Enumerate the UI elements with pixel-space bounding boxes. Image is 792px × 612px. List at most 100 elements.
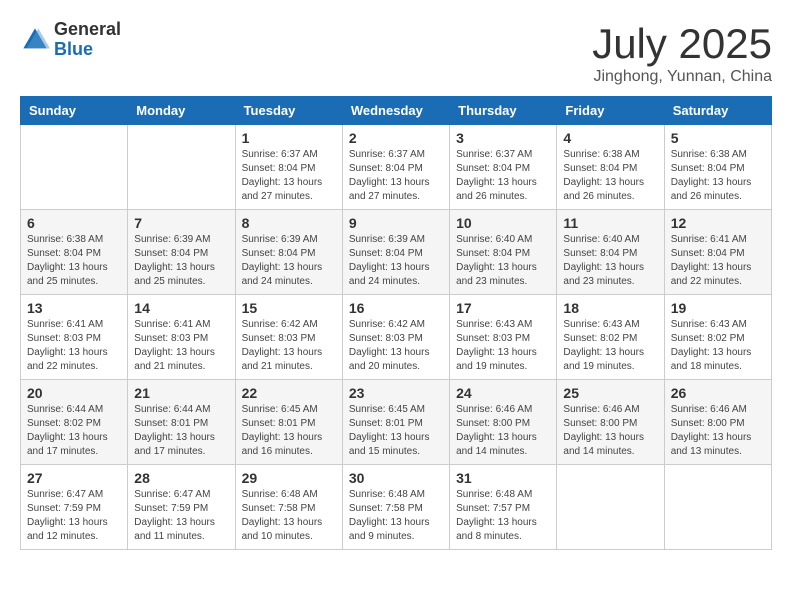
day-number: 24 bbox=[456, 385, 550, 401]
day-cell: 2 Sunrise: 6:37 AM Sunset: 8:04 PM Daylig… bbox=[342, 125, 449, 210]
day-info: Sunrise: 6:43 AM Sunset: 8:02 PM Dayligh… bbox=[671, 318, 765, 374]
header-day-friday: Friday bbox=[557, 97, 664, 125]
day-cell: 6 Sunrise: 6:38 AM Sunset: 8:04 PM Daylig… bbox=[21, 210, 128, 295]
day-cell: 8 Sunrise: 6:39 AM Sunset: 8:04 PM Daylig… bbox=[235, 210, 342, 295]
day-number: 14 bbox=[134, 300, 228, 316]
day-number: 21 bbox=[134, 385, 228, 401]
day-number: 9 bbox=[349, 215, 443, 231]
logo-general: General bbox=[54, 20, 121, 40]
day-cell: 7Sunrise: 6:39 AM Sunset: 8:04 PM Daylig… bbox=[128, 210, 235, 295]
day-info: Sunrise: 6:44 AM Sunset: 8:01 PM Dayligh… bbox=[134, 403, 228, 459]
day-info: Sunrise: 6:40 AM Sunset: 8:04 PM Dayligh… bbox=[563, 233, 657, 289]
day-cell: 25Sunrise: 6:46 AM Sunset: 8:00 PM Dayli… bbox=[557, 380, 664, 465]
day-info: Sunrise: 6:40 AM Sunset: 8:04 PM Dayligh… bbox=[456, 233, 550, 289]
day-cell: 21 Sunrise: 6:44 AM Sunset: 8:01 PM Dayli… bbox=[128, 380, 235, 465]
day-cell: 15 Sunrise: 6:42 AM Sunset: 8:03 PM Dayli… bbox=[235, 295, 342, 380]
day-number: 25 bbox=[563, 385, 657, 401]
header-row: SundayMondayTuesdayWednesdayThursdayFrid… bbox=[21, 97, 772, 125]
location-subtitle: Jinghong, Yunnan, China bbox=[592, 68, 772, 86]
day-number: 27 bbox=[27, 470, 121, 486]
day-cell: 28 Sunrise: 6:47 AM Sunset: 7:59 PM Dayli… bbox=[128, 465, 235, 550]
week-row-5: 27 Sunrise: 6:47 AM Sunset: 7:59 PM Dayli… bbox=[21, 465, 772, 550]
day-cell: 30 Sunrise: 6:48 AM Sunset: 7:58 PM Dayli… bbox=[342, 465, 449, 550]
week-row-3: 13 Sunrise: 6:41 AM Sunset: 8:03 PM Dayli… bbox=[21, 295, 772, 380]
header-day-tuesday: Tuesday bbox=[235, 97, 342, 125]
day-cell: 23 Sunrise: 6:45 AM Sunset: 8:01 PM Dayli… bbox=[342, 380, 449, 465]
day-cell: 3Sunrise: 6:37 AM Sunset: 8:04 PM Daylig… bbox=[450, 125, 557, 210]
day-info: Sunrise: 6:48 AM Sunset: 7:58 PM Dayligh… bbox=[349, 488, 443, 544]
day-number: 26 bbox=[671, 385, 765, 401]
day-cell: 16 Sunrise: 6:42 AM Sunset: 8:03 PM Dayli… bbox=[342, 295, 449, 380]
day-cell: 17 Sunrise: 6:43 AM Sunset: 8:03 PM Dayli… bbox=[450, 295, 557, 380]
day-cell bbox=[21, 125, 128, 210]
day-number: 31 bbox=[456, 470, 550, 486]
day-cell bbox=[557, 465, 664, 550]
day-cell: 4Sunrise: 6:38 AM Sunset: 8:04 PM Daylig… bbox=[557, 125, 664, 210]
day-info: Sunrise: 6:45 AM Sunset: 8:01 PM Dayligh… bbox=[349, 403, 443, 459]
day-cell: 5 Sunrise: 6:38 AM Sunset: 8:04 PM Daylig… bbox=[664, 125, 771, 210]
day-number: 11 bbox=[563, 215, 657, 231]
day-cell: 11 Sunrise: 6:40 AM Sunset: 8:04 PM Dayli… bbox=[557, 210, 664, 295]
header-day-wednesday: Wednesday bbox=[342, 97, 449, 125]
day-cell: 12Sunrise: 6:41 AM Sunset: 8:04 PM Dayli… bbox=[664, 210, 771, 295]
week-row-2: 6 Sunrise: 6:38 AM Sunset: 8:04 PM Daylig… bbox=[21, 210, 772, 295]
day-cell: 10Sunrise: 6:40 AM Sunset: 8:04 PM Dayli… bbox=[450, 210, 557, 295]
day-number: 1 bbox=[242, 130, 336, 146]
calendar-body: 1 Sunrise: 6:37 AM Sunset: 8:04 PM Daylig… bbox=[21, 125, 772, 550]
day-cell: 18Sunrise: 6:43 AM Sunset: 8:02 PM Dayli… bbox=[557, 295, 664, 380]
day-number: 19 bbox=[671, 300, 765, 316]
day-cell: 27 Sunrise: 6:47 AM Sunset: 7:59 PM Dayli… bbox=[21, 465, 128, 550]
day-info: Sunrise: 6:48 AM Sunset: 7:57 PM Dayligh… bbox=[456, 488, 550, 544]
calendar-header: SundayMondayTuesdayWednesdayThursdayFrid… bbox=[21, 97, 772, 125]
day-number: 17 bbox=[456, 300, 550, 316]
week-row-1: 1 Sunrise: 6:37 AM Sunset: 8:04 PM Daylig… bbox=[21, 125, 772, 210]
day-info: Sunrise: 6:45 AM Sunset: 8:01 PM Dayligh… bbox=[242, 403, 336, 459]
day-info: Sunrise: 6:47 AM Sunset: 7:59 PM Dayligh… bbox=[27, 488, 121, 544]
day-number: 3 bbox=[456, 130, 550, 146]
day-number: 28 bbox=[134, 470, 228, 486]
day-info: Sunrise: 6:44 AM Sunset: 8:02 PM Dayligh… bbox=[27, 403, 121, 459]
day-cell: 29 Sunrise: 6:48 AM Sunset: 7:58 PM Dayli… bbox=[235, 465, 342, 550]
page-header: General Blue July 2025 Jinghong, Yunnan,… bbox=[20, 20, 772, 86]
day-info: Sunrise: 6:37 AM Sunset: 8:04 PM Dayligh… bbox=[349, 148, 443, 204]
logo-text: General Blue bbox=[54, 20, 121, 60]
day-info: Sunrise: 6:46 AM Sunset: 8:00 PM Dayligh… bbox=[456, 403, 550, 459]
week-row-4: 20 Sunrise: 6:44 AM Sunset: 8:02 PM Dayli… bbox=[21, 380, 772, 465]
logo: General Blue bbox=[20, 20, 121, 60]
day-cell: 22Sunrise: 6:45 AM Sunset: 8:01 PM Dayli… bbox=[235, 380, 342, 465]
day-info: Sunrise: 6:48 AM Sunset: 7:58 PM Dayligh… bbox=[242, 488, 336, 544]
day-info: Sunrise: 6:38 AM Sunset: 8:04 PM Dayligh… bbox=[27, 233, 121, 289]
calendar-table: SundayMondayTuesdayWednesdayThursdayFrid… bbox=[20, 96, 772, 550]
day-number: 5 bbox=[671, 130, 765, 146]
header-day-sunday: Sunday bbox=[21, 97, 128, 125]
day-info: Sunrise: 6:43 AM Sunset: 8:02 PM Dayligh… bbox=[563, 318, 657, 374]
day-number: 23 bbox=[349, 385, 443, 401]
day-info: Sunrise: 6:38 AM Sunset: 8:04 PM Dayligh… bbox=[671, 148, 765, 204]
day-info: Sunrise: 6:47 AM Sunset: 7:59 PM Dayligh… bbox=[134, 488, 228, 544]
day-number: 6 bbox=[27, 215, 121, 231]
day-number: 15 bbox=[242, 300, 336, 316]
day-info: Sunrise: 6:43 AM Sunset: 8:03 PM Dayligh… bbox=[456, 318, 550, 374]
day-info: Sunrise: 6:39 AM Sunset: 8:04 PM Dayligh… bbox=[242, 233, 336, 289]
day-cell: 14 Sunrise: 6:41 AM Sunset: 8:03 PM Dayli… bbox=[128, 295, 235, 380]
day-info: Sunrise: 6:41 AM Sunset: 8:03 PM Dayligh… bbox=[134, 318, 228, 374]
day-number: 13 bbox=[27, 300, 121, 316]
day-number: 30 bbox=[349, 470, 443, 486]
day-info: Sunrise: 6:39 AM Sunset: 8:04 PM Dayligh… bbox=[349, 233, 443, 289]
header-day-monday: Monday bbox=[128, 97, 235, 125]
day-info: Sunrise: 6:41 AM Sunset: 8:03 PM Dayligh… bbox=[27, 318, 121, 374]
day-number: 29 bbox=[242, 470, 336, 486]
day-info: Sunrise: 6:37 AM Sunset: 8:04 PM Dayligh… bbox=[242, 148, 336, 204]
header-day-thursday: Thursday bbox=[450, 97, 557, 125]
day-number: 8 bbox=[242, 215, 336, 231]
day-cell: 1 Sunrise: 6:37 AM Sunset: 8:04 PM Daylig… bbox=[235, 125, 342, 210]
day-info: Sunrise: 6:42 AM Sunset: 8:03 PM Dayligh… bbox=[349, 318, 443, 374]
day-cell: 13 Sunrise: 6:41 AM Sunset: 8:03 PM Dayli… bbox=[21, 295, 128, 380]
day-cell: 19 Sunrise: 6:43 AM Sunset: 8:02 PM Dayli… bbox=[664, 295, 771, 380]
day-number: 20 bbox=[27, 385, 121, 401]
day-number: 16 bbox=[349, 300, 443, 316]
logo-blue: Blue bbox=[54, 40, 121, 60]
logo-icon bbox=[20, 25, 50, 55]
day-number: 2 bbox=[349, 130, 443, 146]
day-info: Sunrise: 6:42 AM Sunset: 8:03 PM Dayligh… bbox=[242, 318, 336, 374]
